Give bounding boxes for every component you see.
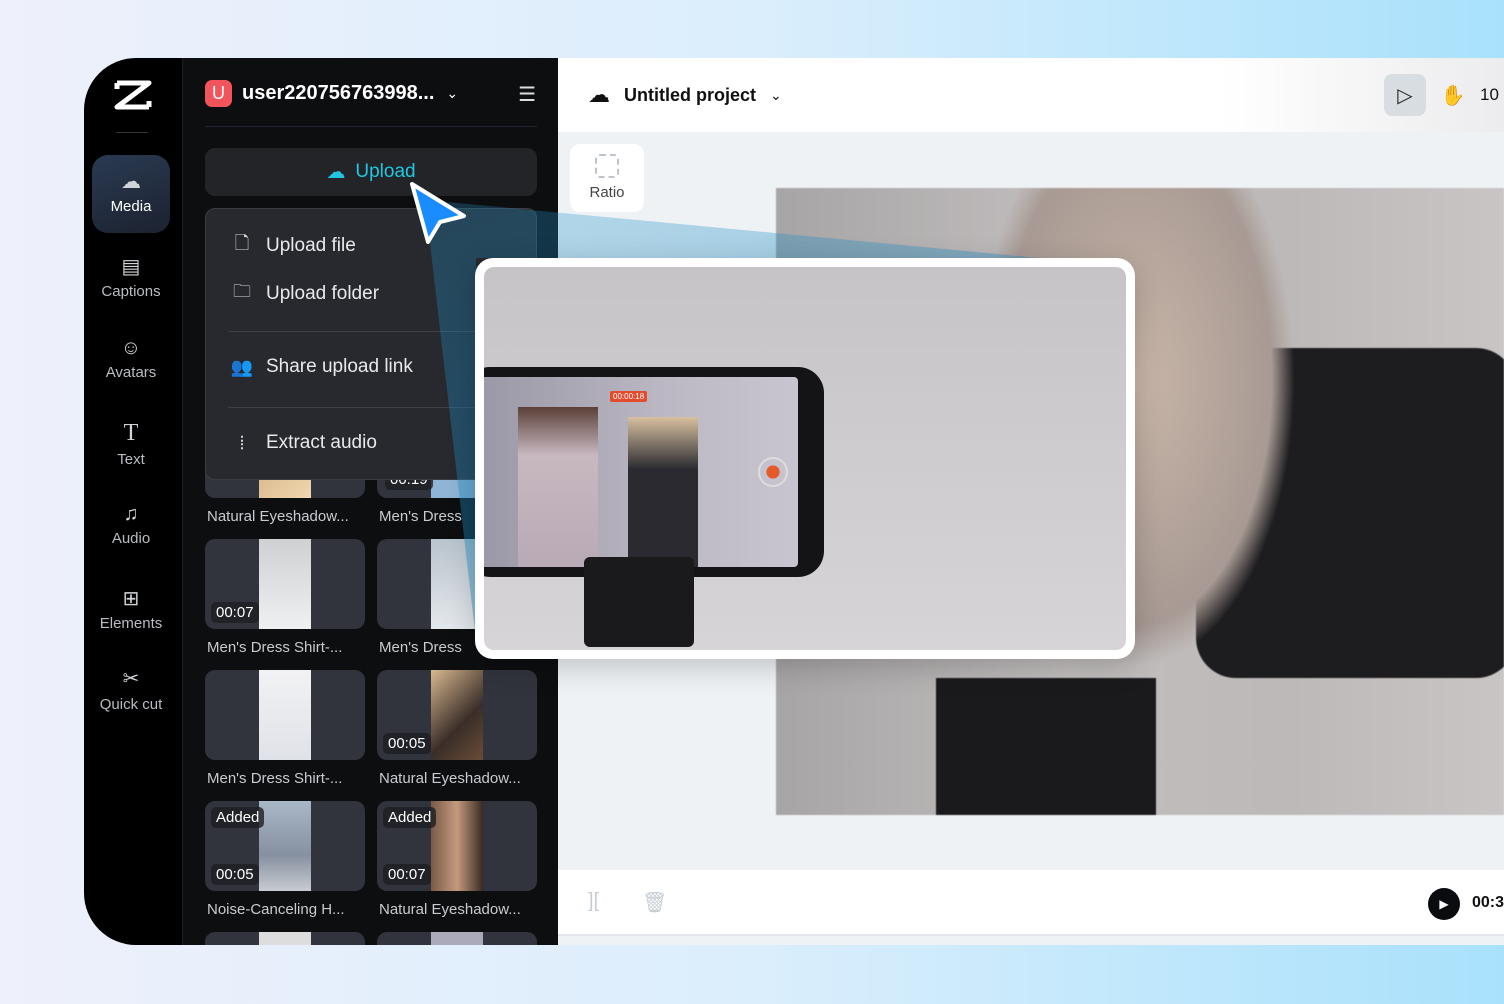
ratio-label: Ratio [589,184,625,201]
music-note-icon: ♫ [123,503,139,525]
rail-label: Captions [101,283,161,300]
rail-label: Quick cut [99,696,163,713]
media-item[interactable]: 00:07 [205,539,365,629]
top-bar: ☁ Untitled project ⌄ ▷ ✋ 10 [558,58,1504,132]
upload-label: Upload [355,161,416,182]
phone-screen: 00:00:18 [484,377,798,567]
menu-label: Upload folder [266,283,380,304]
quick-cut-icon: ✂ [122,668,140,690]
file-upload-icon: 🗋 [234,233,250,253]
canvas-tools: ▷ ✋ 10 [1384,74,1504,116]
duration-badge: 00:07 [211,602,259,623]
rail-label: Elements [99,615,163,632]
cloud-upload-icon: ☁ [326,161,346,183]
select-tool-button[interactable]: ▷ [1384,74,1426,116]
person-image [628,417,698,567]
split-icon[interactable]: ][ [588,890,599,913]
media-title: Natural Eyeshadow... [379,770,521,787]
media-item[interactable] [205,932,365,945]
zoom-level[interactable]: 10 [1480,85,1504,105]
play-icon: ▶ [1439,897,1449,911]
rail-item-text[interactable]: T Text [92,420,170,468]
media-title: Men's Dress Shirt-... [207,770,343,787]
media-title: Natural Eyeshadow... [207,508,349,525]
divider [205,126,537,127]
media-item[interactable] [377,932,537,945]
username: user220756763998... [242,82,435,104]
menu-label: Upload file [266,235,356,256]
divider [116,132,148,133]
current-time: 00:3 [1472,894,1504,911]
added-badge: Added [211,807,265,828]
menu-item-upload-folder[interactable]: 🗀 Upload folder [230,279,379,309]
duration-badge: 00:07 [383,864,431,885]
menu-label: Share upload link [266,356,413,377]
hand-icon: ✋ [1440,84,1466,107]
rail-label: Text [117,451,145,468]
media-title: Men's Dress [379,508,462,525]
ratio-icon [595,154,619,178]
users-icon: 👥 [230,356,254,377]
person-image [518,407,598,567]
captions-icon: ▤ [121,256,141,278]
tripod-image [936,678,1156,815]
record-icon [758,457,788,487]
media-title: Men's Dress [379,639,462,656]
media-item[interactable]: Added 00:07 [377,801,537,891]
avatar: U [205,80,232,107]
phone-image: 00:00:18 [484,367,824,577]
upload-button[interactable]: ☁ Upload [205,148,537,196]
duration-badge: 00:05 [383,733,431,754]
hand-tool-button[interactable]: ✋ [1432,74,1474,116]
audio-wave-icon: ⦙ [239,432,245,453]
media-title: Natural Eyeshadow... [379,901,521,918]
account-switcher[interactable]: U user220756763998... ⌄ [205,80,458,107]
rail-item-avatars[interactable]: ☺ Avatars [92,337,170,381]
rail-label: Avatars [105,364,157,381]
rail-label: Audio [111,530,151,547]
avatar-icon: ☺ [120,337,142,359]
zoomed-preview-card: 00:00:18 [475,258,1135,659]
project-title: Untitled project [624,84,757,105]
menu-label: Extract audio [266,432,377,453]
rail-item-elements[interactable]: ⊞ Elements [92,586,170,632]
pointer-icon: ▷ [1397,84,1413,107]
menu-item-share-upload-link[interactable]: 👥 Share upload link [230,356,413,378]
cloud-saved-icon: ☁ [588,82,610,107]
capcut-logo [114,80,152,110]
rail-item-quick-cut[interactable]: ✂ Quick cut [92,669,170,715]
added-badge: Added [383,807,437,828]
chevron-down-icon: ⌄ [770,86,782,103]
left-rail: ☁ Media ▤ Captions ☺ Avatars T Text ♫ Audio ⊞… [84,58,182,945]
zoomed-preview-image: 00:00:18 [484,267,1126,650]
rail-item-audio[interactable]: ♫ Audio [92,503,170,547]
elements-icon: ⊞ [122,588,140,610]
duration-badge: 00:05 [211,864,259,885]
timeline-toolbar: ][ 🗑 ▶ 00:3 [558,870,1504,936]
rail-item-captions[interactable]: ▤ Captions [92,254,170,300]
text-icon: T [123,420,139,446]
media-title: Noise-Canceling H... [207,901,345,918]
ratio-button[interactable]: Ratio [570,144,644,212]
media-item[interactable]: 00:05 [377,670,537,760]
menu-item-upload-file[interactable]: 🗋 Upload file [230,231,356,261]
chevron-down-icon: ⌄ [446,85,459,101]
project-menu[interactable]: ☁ Untitled project ⌄ [588,82,782,108]
trash-icon[interactable]: 🗑 [642,890,667,915]
record-time: 00:00:18 [610,391,648,402]
menu-item-extract-audio[interactable]: ⦙ Extract audio [230,432,377,454]
cloud-upload-icon: ☁ [121,171,141,193]
play-button[interactable]: ▶ [1428,888,1460,920]
sort-icon[interactable]: ☰ [518,82,536,107]
media-item[interactable] [205,670,365,760]
rail-item-media[interactable]: ☁ Media [92,155,170,233]
folder-upload-icon: 🗀 [233,281,251,301]
media-title: Men's Dress Shirt-... [207,639,343,656]
media-item[interactable]: Added 00:05 [205,801,365,891]
tripod-image [584,557,694,647]
rail-label: Media [110,198,152,215]
mouse-cursor-icon [410,182,466,244]
